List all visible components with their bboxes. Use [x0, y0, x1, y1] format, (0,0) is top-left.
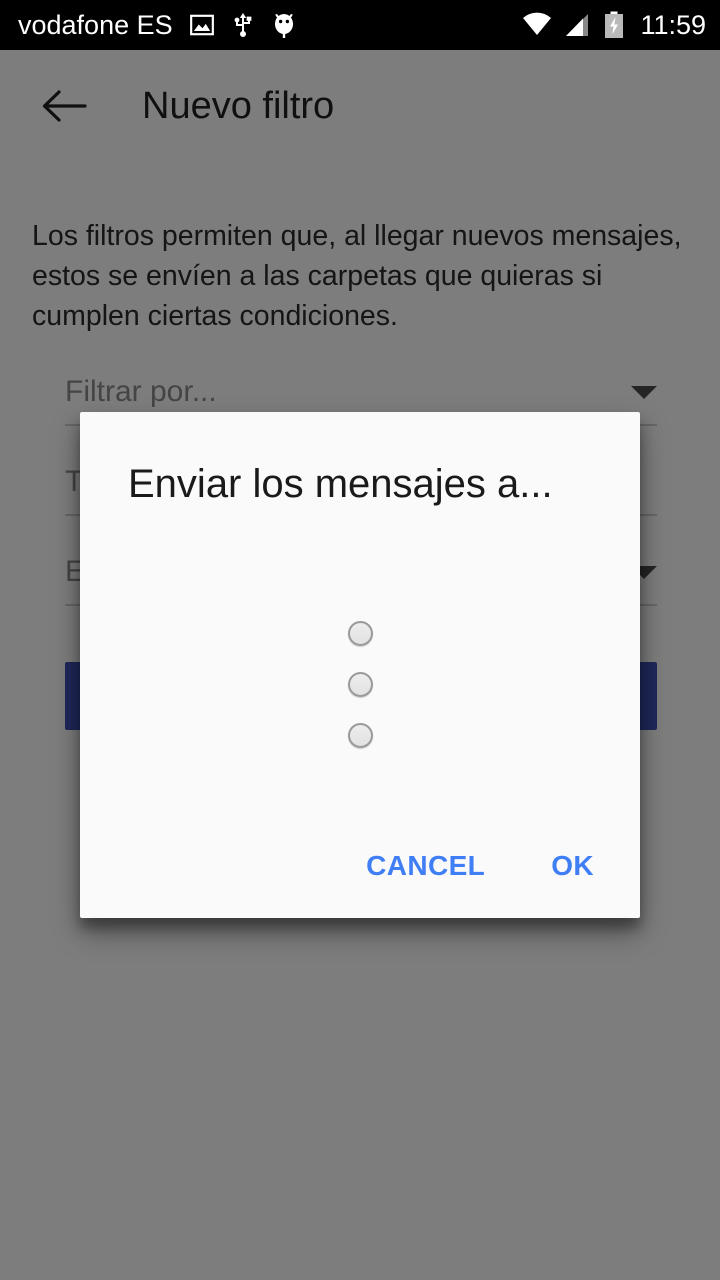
ok-button[interactable]: OK: [533, 836, 612, 896]
radio-option[interactable]: [80, 659, 640, 710]
cellular-signal-icon: [564, 12, 592, 38]
dialog-action-bar: CANCEL OK: [348, 836, 616, 896]
radio-button-icon[interactable]: [348, 672, 373, 697]
status-bar: vodafone ES 11:59: [0, 0, 720, 50]
dialog-title: Enviar los mensajes a...: [128, 462, 553, 506]
send-messages-to-dialog: Enviar los mensajes a... CANCEL OK: [80, 412, 640, 918]
wifi-icon: [522, 12, 552, 38]
image-icon: [189, 12, 215, 38]
clock-label: 11:59: [640, 9, 706, 40]
radio-option[interactable]: [80, 710, 640, 761]
phone-screen: vodafone ES 11:59 Enviar los mensajes a.…: [0, 0, 720, 1280]
radio-option[interactable]: [80, 608, 640, 659]
usb-icon: [231, 11, 255, 39]
radio-group: [80, 608, 640, 761]
android-debug-icon: [271, 10, 297, 40]
cancel-button[interactable]: CANCEL: [348, 836, 503, 896]
radio-button-icon[interactable]: [348, 723, 373, 748]
status-bar-right: 11:59: [510, 0, 706, 50]
status-bar-left: vodafone ES: [0, 10, 297, 41]
carrier-label: vodafone ES: [18, 9, 173, 40]
radio-button-icon[interactable]: [348, 621, 373, 646]
battery-charging-icon: [604, 11, 624, 39]
